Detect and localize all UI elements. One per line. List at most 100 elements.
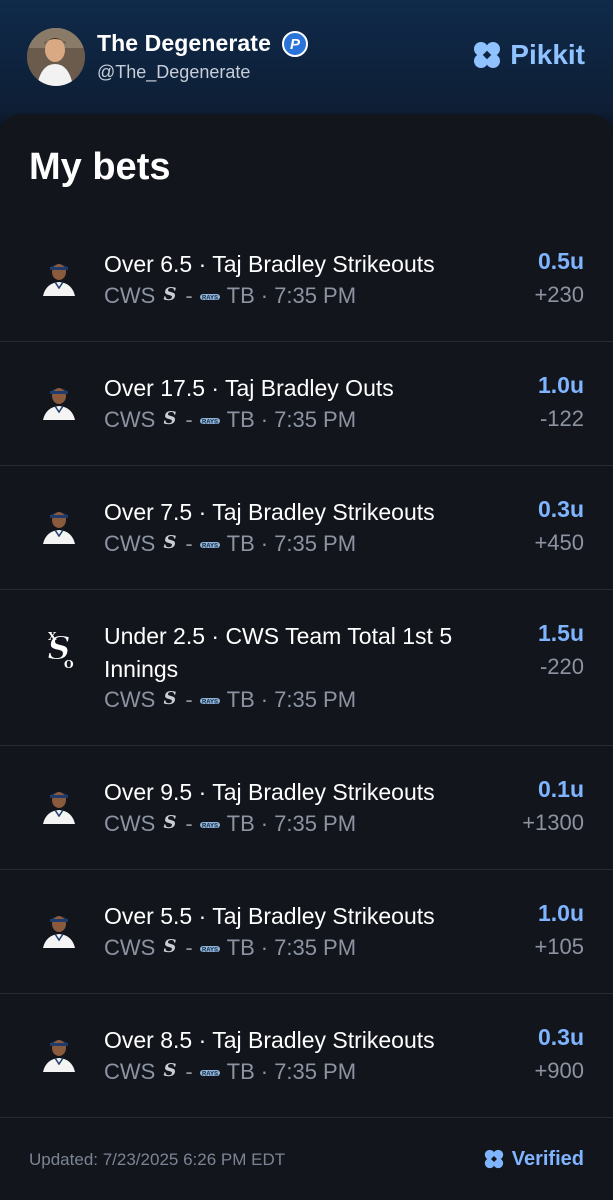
player-headshot-icon bbox=[40, 910, 78, 948]
svg-text:RAYS: RAYS bbox=[202, 420, 218, 426]
white-sox-small-icon: S bbox=[161, 810, 179, 838]
user-handle: @The_Degenerate bbox=[97, 62, 251, 82]
clover-icon bbox=[474, 42, 501, 68]
bet-odds: +230 bbox=[534, 282, 584, 307]
bet-title: Over 8.5 · Taj Bradley Strikeouts bbox=[104, 1027, 435, 1053]
rays-small-icon: RAYS bbox=[199, 687, 221, 713]
verified-badge[interactable]: Verified bbox=[482, 1147, 584, 1171]
white-sox-small-icon: S bbox=[161, 934, 179, 962]
home-team: TB bbox=[226, 531, 255, 556]
bet-units: 0.3u bbox=[537, 496, 584, 522]
matchup-line: CWS S - RAYS TB · 7:35 PM bbox=[104, 686, 356, 714]
home-team: TB bbox=[226, 811, 255, 836]
bet-units: 0.5u bbox=[537, 248, 584, 274]
svg-text:S: S bbox=[164, 936, 177, 956]
matchup-dash: - bbox=[185, 407, 193, 432]
separator-dot: · bbox=[260, 687, 269, 712]
svg-text:RAYS: RAYS bbox=[202, 296, 218, 302]
away-team: CWS bbox=[104, 811, 156, 836]
separator-dot: · bbox=[260, 811, 269, 836]
away-team: CWS bbox=[104, 531, 156, 556]
matchup-dash: - bbox=[185, 1059, 193, 1084]
pikkit-logo[interactable]: Pikkit bbox=[470, 38, 585, 72]
player-headshot-icon bbox=[40, 258, 78, 296]
home-team: TB bbox=[226, 283, 255, 308]
white-sox-small-icon: S bbox=[161, 686, 179, 714]
bet-units: 1.0u bbox=[537, 372, 584, 398]
pro-badge-icon: P bbox=[282, 31, 308, 57]
game-time: 7:35 PM bbox=[274, 1059, 357, 1084]
svg-text:S: S bbox=[164, 688, 177, 708]
bet-row[interactable]: S X O Under 2.5 · CWS Team Total 1st 5 Inni… bbox=[0, 590, 613, 746]
svg-text:RAYS: RAYS bbox=[202, 948, 218, 954]
svg-text:RAYS: RAYS bbox=[202, 1072, 218, 1078]
away-team: CWS bbox=[104, 283, 156, 308]
profile-header: The Degenerate P @The_Degenerate Pikkit bbox=[0, 0, 613, 120]
rays-small-icon: RAYS bbox=[199, 935, 221, 961]
separator-dot: · bbox=[260, 935, 269, 960]
white-sox-small-icon: S bbox=[161, 406, 179, 434]
bet-row[interactable]: Over 7.5 · Taj Bradley Strikeouts CWS S - RA… bbox=[0, 466, 613, 590]
bet-units: 0.1u bbox=[537, 776, 584, 802]
avatar[interactable] bbox=[27, 28, 85, 86]
bet-units: 1.5u bbox=[537, 620, 584, 646]
game-time: 7:35 PM bbox=[274, 407, 357, 432]
bet-title: Over 17.5 · Taj Bradley Outs bbox=[104, 375, 394, 401]
home-team: TB bbox=[226, 687, 255, 712]
svg-text:RAYS: RAYS bbox=[202, 544, 218, 550]
bet-row[interactable]: Over 6.5 · Taj Bradley Strikeouts CWS S - RA… bbox=[0, 218, 613, 342]
game-time: 7:35 PM bbox=[274, 811, 357, 836]
bet-odds: +105 bbox=[534, 934, 584, 959]
svg-text:S: S bbox=[164, 532, 177, 552]
user-name: The Degenerate bbox=[97, 30, 271, 56]
away-team: CWS bbox=[104, 1059, 156, 1084]
bet-row[interactable]: Over 5.5 · Taj Bradley Strikeouts CWS S - RA… bbox=[0, 870, 613, 994]
clover-icon bbox=[484, 1149, 503, 1169]
svg-text:S: S bbox=[164, 408, 177, 428]
matchup-dash: - bbox=[185, 811, 193, 836]
separator-dot: · bbox=[260, 407, 269, 432]
player-headshot-icon bbox=[40, 786, 78, 824]
bet-list: Over 6.5 · Taj Bradley Strikeouts CWS S - RA… bbox=[0, 218, 613, 1118]
matchup-dash: - bbox=[185, 935, 193, 960]
home-team: TB bbox=[226, 935, 255, 960]
matchup-dash: - bbox=[185, 531, 193, 556]
matchup-dash: - bbox=[185, 283, 193, 308]
bet-row[interactable]: Over 17.5 · Taj Bradley Outs CWS S - RAYS TB ·… bbox=[0, 342, 613, 466]
matchup-line: CWS S - RAYS TB · 7:35 PM bbox=[104, 530, 356, 558]
bet-odds: +900 bbox=[534, 1058, 584, 1083]
game-time: 7:35 PM bbox=[274, 283, 357, 308]
bet-title: Under 2.5 · CWS Team Total 1st 5 Innings bbox=[104, 623, 453, 682]
player-headshot-icon bbox=[40, 382, 78, 420]
rays-small-icon: RAYS bbox=[199, 407, 221, 433]
away-team: CWS bbox=[104, 687, 156, 712]
bet-title: Over 5.5 · Taj Bradley Strikeouts bbox=[104, 903, 435, 929]
matchup-line: CWS S - RAYS TB · 7:35 PM bbox=[104, 406, 356, 434]
game-time: 7:35 PM bbox=[274, 531, 357, 556]
home-team: TB bbox=[226, 1059, 255, 1084]
white-sox-small-icon: S bbox=[161, 1058, 179, 1086]
page-title: My bets bbox=[29, 146, 171, 188]
away-team: CWS bbox=[104, 935, 156, 960]
matchup-dash: - bbox=[185, 687, 193, 712]
verified-label: Verified bbox=[511, 1147, 584, 1170]
rays-small-icon: RAYS bbox=[199, 1059, 221, 1085]
game-time: 7:35 PM bbox=[274, 687, 357, 712]
svg-text:S: S bbox=[164, 284, 177, 304]
bet-row[interactable]: Over 9.5 · Taj Bradley Strikeouts CWS S - RA… bbox=[0, 746, 613, 870]
home-team: TB bbox=[226, 407, 255, 432]
bet-row[interactable]: Over 8.5 · Taj Bradley Strikeouts CWS S - RA… bbox=[0, 994, 613, 1118]
matchup-line: CWS S - RAYS TB · 7:35 PM bbox=[104, 1058, 356, 1086]
separator-dot: · bbox=[260, 531, 269, 556]
matchup-line: CWS S - RAYS TB · 7:35 PM bbox=[104, 810, 356, 838]
brand-name: Pikkit bbox=[510, 39, 585, 70]
avatar-photo-icon bbox=[27, 28, 85, 86]
bet-share-screen: The Degenerate P @The_Degenerate Pikkit … bbox=[0, 0, 613, 1200]
matchup-line: CWS S - RAYS TB · 7:35 PM bbox=[104, 282, 356, 310]
svg-text:RAYS: RAYS bbox=[202, 700, 218, 706]
white-sox-logo-icon: SXO bbox=[40, 626, 78, 672]
bet-odds: -122 bbox=[539, 406, 584, 431]
bet-title: Over 9.5 · Taj Bradley Strikeouts bbox=[104, 779, 435, 805]
separator-dot: · bbox=[260, 283, 269, 308]
separator-dot: · bbox=[260, 1059, 269, 1084]
